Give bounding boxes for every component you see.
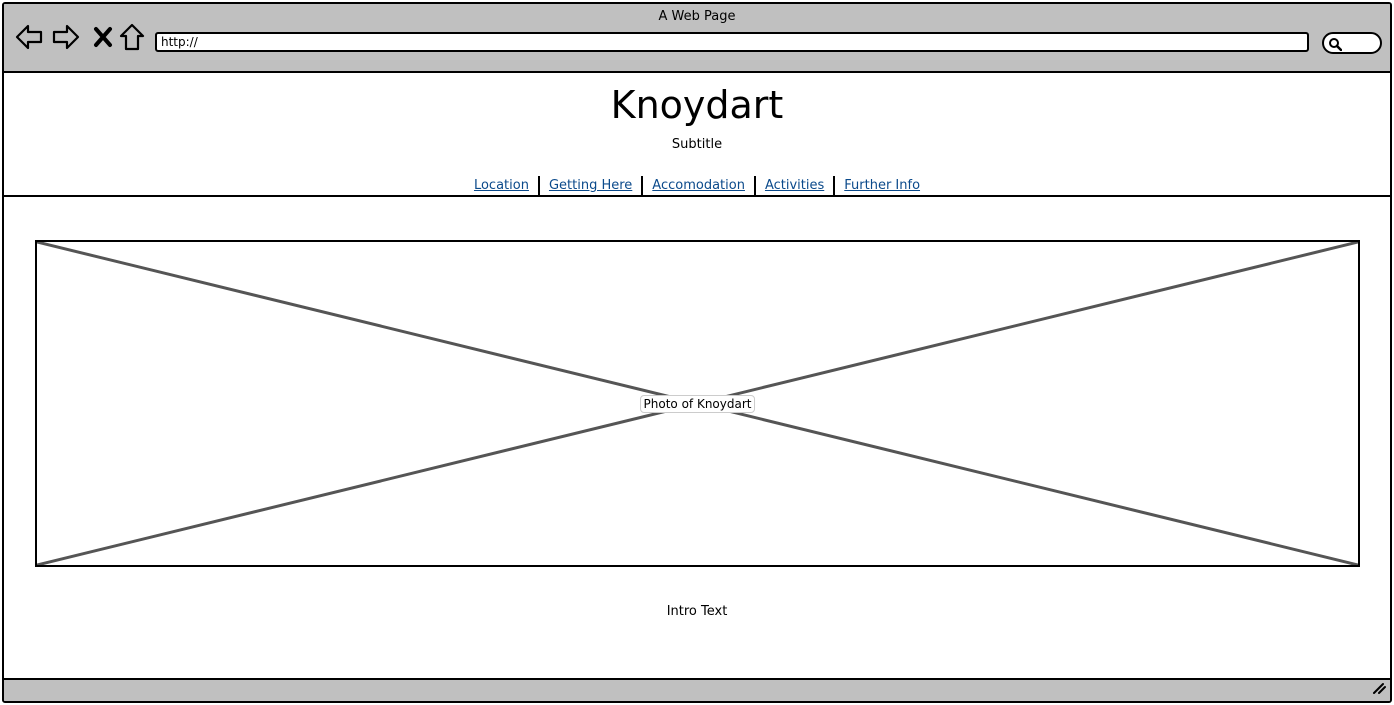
- address-bar[interactable]: http://: [155, 32, 1309, 52]
- search-icon: [1328, 36, 1343, 55]
- window-title: A Web Page: [658, 9, 736, 24]
- intro-text: Intro Text: [666, 604, 728, 619]
- page-subtitle: Subtitle: [671, 137, 723, 152]
- nav-link-further-info[interactable]: Further Info: [835, 176, 929, 195]
- nav-link-accomodation[interactable]: Accomodation: [643, 176, 754, 195]
- site-header: Knoydart Subtitle Location Getting Here …: [4, 73, 1390, 197]
- nav-link-getting-here[interactable]: Getting Here: [540, 176, 641, 195]
- home-icon[interactable]: [117, 22, 147, 52]
- nav-link-activities[interactable]: Activities: [756, 176, 833, 195]
- forward-arrow-icon[interactable]: [51, 22, 81, 52]
- browser-toolbar: A Web Page http://: [4, 4, 1390, 73]
- nav-link-location[interactable]: Location: [465, 176, 538, 195]
- main-nav: Location Getting Here Accomodation Activ…: [4, 176, 1390, 195]
- status-bar: [4, 678, 1390, 701]
- resize-grip-icon[interactable]: [1372, 679, 1386, 698]
- stop-x-icon[interactable]: [88, 22, 118, 52]
- photo-placeholder: Photo of Knoydart: [35, 240, 1360, 567]
- search-field[interactable]: [1322, 32, 1382, 54]
- photo-caption: Photo of Knoydart: [639, 394, 756, 413]
- page-title: Knoydart: [610, 83, 784, 127]
- back-arrow-icon[interactable]: [14, 22, 44, 52]
- browser-window: A Web Page http:// Knoydart Subtitle Loc…: [2, 2, 1392, 703]
